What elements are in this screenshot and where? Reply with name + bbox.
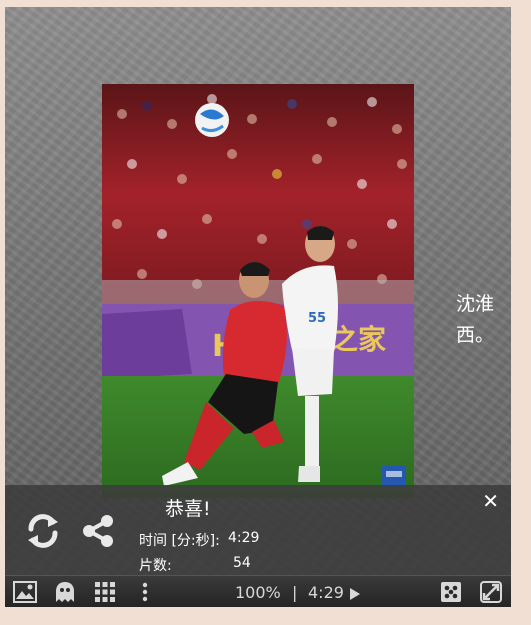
pieces-value: 54 <box>233 555 251 571</box>
completion-panel: 恭喜! ✕ 时间 [分:秒]: 4:29 片数: 54 <box>5 485 511 575</box>
svg-text:之家: 之家 <box>330 323 386 356</box>
pieces-label: 片数: <box>139 558 172 574</box>
puzzle-board: H 之家 55 沈淮 西。 <box>5 7 511 607</box>
image-preview-button[interactable] <box>13 581 37 607</box>
fullscreen-icon <box>480 581 502 603</box>
puzzle-pieces-button[interactable] <box>440 581 462 607</box>
play-icon <box>350 588 360 600</box>
completion-title: 恭喜! <box>165 498 211 520</box>
fullscreen-button[interactable] <box>480 581 502 607</box>
caption-line-1: 沈淮 <box>456 293 495 315</box>
caption-text: 沈淮 西。 <box>456 289 494 351</box>
ghost-image-button[interactable] <box>54 581 76 607</box>
more-vertical-icon <box>142 582 148 602</box>
timer-value: 4:29 <box>308 583 344 602</box>
puzzle-icon <box>441 582 461 602</box>
ghost-icon <box>56 582 74 602</box>
caption-line-2: 西。 <box>456 324 495 346</box>
time-label: 时间 [分:秒]: <box>139 533 220 549</box>
grid-icon <box>95 582 115 602</box>
svg-text:55: 55 <box>308 311 326 326</box>
play-button[interactable] <box>349 586 361 605</box>
pieces-row: 片数: 54 <box>139 555 251 575</box>
time-value: 4:29 <box>228 530 260 546</box>
toolbar-separator: | <box>292 583 298 602</box>
share-icon <box>83 515 113 547</box>
replay-icon <box>28 514 58 548</box>
bottom-toolbar: 100% | 4:29 <box>5 575 511 607</box>
puzzle-image: H 之家 55 <box>102 84 414 498</box>
close-button[interactable]: ✕ <box>482 491 499 511</box>
time-row: 时间 [分:秒]: 4:29 <box>139 530 259 550</box>
grid-button[interactable] <box>94 581 116 607</box>
share-button[interactable] <box>79 512 117 554</box>
more-menu-button[interactable] <box>141 581 149 607</box>
replay-button[interactable] <box>23 511 63 555</box>
zoom-level: 100% <box>235 583 281 602</box>
image-icon <box>13 581 37 603</box>
